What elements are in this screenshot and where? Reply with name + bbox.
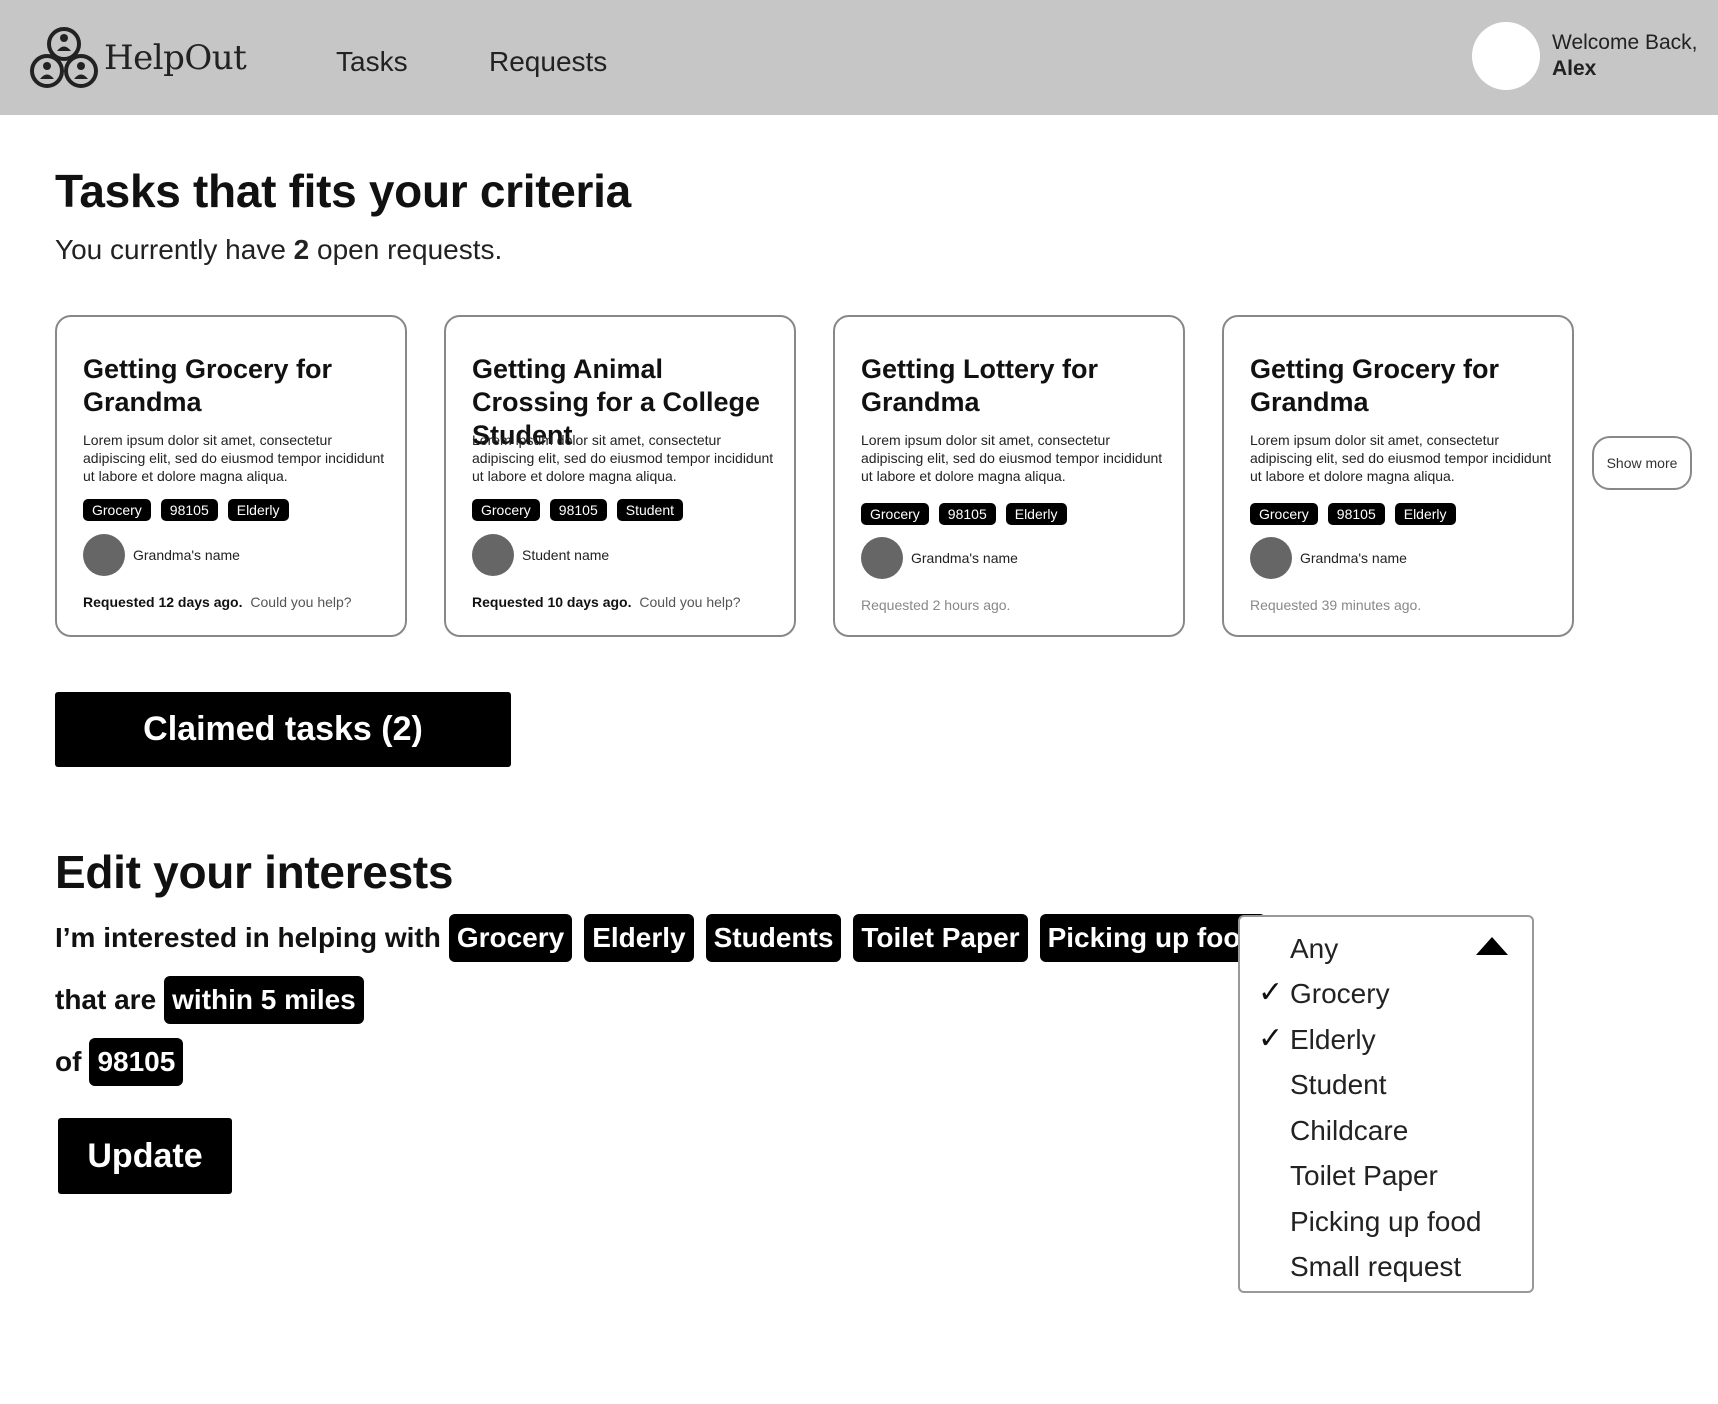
person-name: Student name: [522, 547, 610, 563]
check-icon: ✓: [1258, 1022, 1284, 1055]
nav-tasks[interactable]: Tasks: [336, 46, 408, 78]
zip-chip[interactable]: 98105: [89, 1038, 184, 1086]
top-header: HelpOut Tasks Requests Welcome Back, Ale…: [0, 0, 1718, 115]
tag: Grocery: [1250, 503, 1318, 525]
avatar: [861, 537, 903, 579]
claimed-tasks-button[interactable]: Claimed tasks (2): [55, 692, 511, 767]
tag: 98105: [938, 503, 996, 525]
person-name: Grandma's name: [1300, 550, 1407, 566]
card-person: Student name: [472, 534, 609, 576]
card-description: Lorem ipsum dolor sit amet, consectetur …: [472, 432, 774, 484]
card-title: Getting Lottery for Grandma: [861, 354, 1098, 417]
card-tags: Grocery 98105 Elderly: [83, 499, 289, 521]
logo[interactable]: HelpOut: [28, 24, 247, 92]
tag: 98105: [1327, 503, 1385, 525]
dropdown-option-student[interactable]: Student: [1290, 1069, 1387, 1101]
avatar: [1250, 537, 1292, 579]
tag: Elderly: [1394, 503, 1456, 525]
task-card[interactable]: Getting Lottery for Grandma Lorem ipsum …: [833, 315, 1185, 637]
nav-requests[interactable]: Requests: [489, 46, 607, 78]
open-prefix: You currently have: [55, 234, 286, 265]
requested-info: Requested 39 minutes ago.: [1250, 597, 1422, 613]
tag: Grocery: [472, 499, 540, 521]
interests-prefix: I’m interested in helping with: [55, 922, 441, 953]
collapse-arrow-icon[interactable]: [1476, 937, 1508, 955]
help-link[interactable]: Could you help?: [636, 594, 740, 610]
tag: Student: [616, 499, 683, 521]
card-description: Lorem ipsum dolor sit amet, consectetur …: [1250, 432, 1552, 484]
person-name: Grandma's name: [911, 550, 1018, 566]
user-avatar[interactable]: [1472, 22, 1540, 90]
tag: 98105: [549, 499, 607, 521]
card-tags: Grocery 98105 Student: [472, 499, 683, 521]
tag: Grocery: [83, 499, 151, 521]
dropdown-option-toilet-paper[interactable]: Toilet Paper: [1290, 1160, 1438, 1192]
check-icon: ✓: [1258, 976, 1284, 1009]
open-requests-text: You currently have 2 open requests.: [55, 234, 502, 266]
interest-chip-toilet-paper[interactable]: Toilet Paper: [853, 914, 1028, 962]
dropdown-option-any[interactable]: Any: [1290, 933, 1338, 965]
card-description: Lorem ipsum dolor sit amet, consectetur …: [83, 432, 385, 484]
tag: 98105: [160, 499, 218, 521]
requested-info: Requested 10 days ago. Could you help?: [472, 594, 741, 610]
tag: Grocery: [861, 503, 929, 525]
open-count: 2: [293, 234, 310, 265]
logo-text: HelpOut: [104, 38, 247, 78]
interests-heading: Edit your interests: [55, 846, 454, 898]
dropdown-option-picking-up-food[interactable]: Picking up food: [1290, 1206, 1481, 1238]
helpout-logo-icon: [30, 27, 98, 88]
welcome-greeting: Welcome Back,: [1552, 31, 1698, 54]
open-suffix: open requests.: [317, 234, 503, 265]
user-name: Alex: [1552, 57, 1597, 80]
dropdown-option-childcare[interactable]: Childcare: [1290, 1115, 1408, 1147]
card-person: Grandma's name: [861, 537, 1018, 579]
show-more-button[interactable]: Show more: [1592, 436, 1692, 490]
zip-prefix: of: [55, 1046, 82, 1077]
person-name: Grandma's name: [133, 547, 240, 563]
avatar: [83, 534, 125, 576]
zip-line: of 98105: [55, 1038, 184, 1086]
task-card[interactable]: Getting Animal Crossing for a College St…: [444, 315, 796, 637]
interest-chip-grocery[interactable]: Grocery: [448, 914, 573, 962]
distance-line: that are within 5 miles: [55, 976, 364, 1024]
interest-chip-students[interactable]: Students: [705, 914, 842, 962]
tasks-heading: Tasks that fits your criteria: [55, 165, 631, 217]
interest-chip-elderly[interactable]: Elderly: [584, 914, 694, 962]
dropdown-option-grocery[interactable]: Grocery: [1290, 978, 1390, 1010]
interest-chip-picking-up-food[interactable]: Picking up food: [1039, 914, 1266, 962]
update-button[interactable]: Update: [58, 1118, 232, 1194]
avatar: [472, 534, 514, 576]
task-card[interactable]: Getting Grocery for Grandma Lorem ipsum …: [55, 315, 407, 637]
requested-time: Requested 12 days ago.: [83, 594, 243, 610]
requested-info: Requested 12 days ago. Could you help?: [83, 594, 352, 610]
card-tags: Grocery 98105 Elderly: [1250, 503, 1456, 525]
requested-time: Requested 10 days ago.: [472, 594, 632, 610]
dropdown-option-elderly[interactable]: Elderly: [1290, 1024, 1376, 1056]
distance-prefix: that are: [55, 984, 157, 1015]
interest-dropdown[interactable]: Any ✓ Grocery ✓ Elderly Student Childcar…: [1238, 915, 1534, 1293]
task-card[interactable]: Getting Grocery for Grandma Lorem ipsum …: [1222, 315, 1574, 637]
welcome-text: Welcome Back, Alex: [1552, 30, 1698, 82]
interests-line: I’m interested in helping with Grocery E…: [55, 914, 1266, 962]
requested-info: Requested 2 hours ago.: [861, 597, 1011, 613]
card-title: Getting Grocery for Grandma: [83, 354, 333, 417]
card-person: Grandma's name: [1250, 537, 1407, 579]
card-title: Getting Grocery for Grandma: [1250, 354, 1500, 417]
dropdown-option-small-request[interactable]: Small request: [1290, 1251, 1461, 1283]
card-tags: Grocery 98105 Elderly: [861, 503, 1067, 525]
tag: Elderly: [1005, 503, 1067, 525]
help-link[interactable]: Could you help?: [247, 594, 351, 610]
card-description: Lorem ipsum dolor sit amet, consectetur …: [861, 432, 1163, 484]
card-person: Grandma's name: [83, 534, 240, 576]
distance-chip[interactable]: within 5 miles: [164, 976, 364, 1024]
tag: Elderly: [227, 499, 289, 521]
